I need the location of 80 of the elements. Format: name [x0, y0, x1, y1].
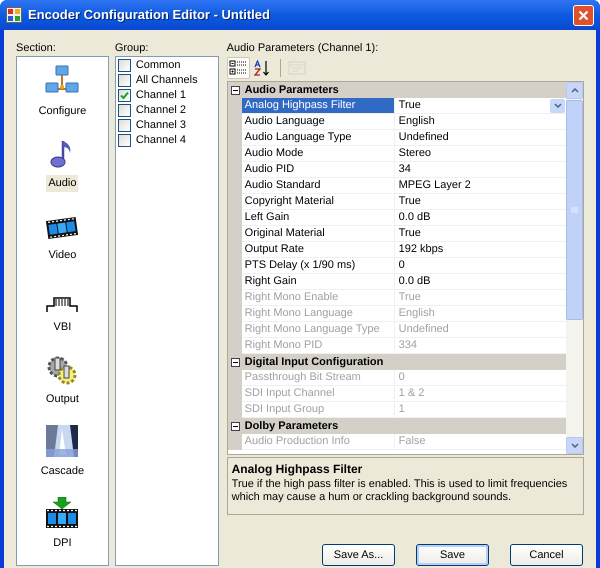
row-header: [228, 434, 242, 450]
property-value[interactable]: True: [394, 194, 566, 210]
section-item[interactable]: VBI: [17, 277, 108, 349]
categorized-icon: [229, 60, 248, 76]
caret-down-icon: [570, 443, 578, 448]
close-button[interactable]: [573, 4, 594, 26]
dialog-button[interactable]: Save As...: [322, 544, 395, 566]
row-header: [228, 98, 242, 114]
property-name[interactable]: Original Material: [242, 226, 395, 242]
grip-icon: [571, 206, 578, 214]
category-row[interactable]: Dolby Parameters: [228, 418, 566, 434]
scroll-down-button[interactable]: [566, 437, 583, 454]
section-item[interactable]: Configure: [17, 61, 108, 133]
checkbox[interactable]: [118, 119, 131, 132]
group-checkbox[interactable]: Channel 2: [118, 103, 218, 118]
checkbox[interactable]: [118, 74, 131, 87]
property-name[interactable]: Output Rate: [242, 242, 395, 258]
check-icon: [120, 91, 129, 100]
scroll-thumb[interactable]: [566, 100, 583, 320]
property-value[interactable]: Undefined: [394, 130, 566, 146]
scroll-up-button[interactable]: [566, 82, 583, 99]
property-value[interactable]: 0.0 dB: [394, 274, 566, 290]
section-item[interactable]: Cascade: [17, 421, 108, 493]
collapse-icon[interactable]: [230, 86, 240, 94]
section-item[interactable]: Video: [17, 205, 108, 277]
description-text: True if the high pass filter is enabled. This is used to limit frequencies which may cause a hum or crackling background sounds.: [232, 478, 568, 504]
caret-down-icon: [554, 103, 562, 108]
property-value[interactable]: MPEG Layer 2: [394, 178, 566, 194]
property-name[interactable]: Audio Language: [242, 114, 395, 130]
dialog-button[interactable]: Save: [416, 544, 489, 566]
section-item[interactable]: Audio: [17, 133, 108, 205]
toolbar-button[interactable]: [226, 57, 250, 79]
category-row[interactable]: Digital Input Configuration: [228, 354, 566, 370]
property-name[interactable]: Audio Standard: [242, 178, 395, 194]
app-icon: [6, 7, 22, 23]
section-label: Section:: [16, 41, 57, 56]
group-checkbox[interactable]: All Channels: [118, 73, 218, 88]
checkbox[interactable]: [118, 59, 131, 72]
properties-label: Audio Parameters (Channel 1):: [226, 41, 380, 56]
property-value[interactable]: English: [394, 114, 566, 130]
property-name[interactable]: PTS Delay (x 1/90 ms): [242, 258, 395, 274]
group-label: Group:: [114, 41, 150, 56]
collapse-icon[interactable]: [230, 358, 240, 366]
dialog-button[interactable]: Cancel: [510, 544, 583, 566]
caret-up-icon: [570, 88, 578, 93]
property-value[interactable]: Stereo: [394, 146, 566, 162]
property-value[interactable]: 34: [394, 162, 566, 178]
group-checkbox[interactable]: Channel 1: [118, 88, 218, 103]
property-value[interactable]: 0.0 dB: [394, 210, 566, 226]
category-row[interactable]: Audio Parameters: [228, 82, 566, 98]
checkbox[interactable]: [118, 89, 131, 102]
property-name[interactable]: Audio Mode: [242, 146, 395, 162]
scrollbar[interactable]: [566, 82, 583, 454]
window-title: Encoder Configuration Editor - Untitled: [28, 6, 271, 24]
group-checkbox[interactable]: Channel 4: [118, 133, 218, 148]
dropdown-button[interactable]: [550, 98, 565, 112]
property-value[interactable]: True: [394, 98, 566, 114]
checkbox[interactable]: [118, 104, 131, 117]
property-name[interactable]: Copyright Material: [242, 194, 395, 210]
film-download-icon: [46, 497, 78, 529]
gears-icon: [46, 355, 78, 385]
section-item[interactable]: DPI: [17, 493, 108, 565]
close-icon: [578, 10, 589, 20]
waterfall-icon: [46, 425, 78, 457]
section-item[interactable]: Output: [17, 349, 108, 421]
property-name[interactable]: Left Gain: [242, 210, 395, 226]
property-value[interactable]: 192 kbps: [394, 242, 566, 258]
property-name[interactable]: Audio PID: [242, 162, 395, 178]
group-checkbox[interactable]: Common: [118, 58, 218, 73]
row-header: [228, 370, 242, 386]
property-value[interactable]: 0: [394, 258, 566, 274]
group-checkbox[interactable]: Channel 3: [118, 118, 218, 133]
pulse-icon: [46, 295, 78, 313]
checkbox[interactable]: [118, 134, 131, 147]
description-title: Analog Highpass Filter: [232, 461, 364, 478]
property-name[interactable]: Analog Highpass Filter: [242, 98, 395, 114]
property-name[interactable]: Audio Language Type: [242, 130, 395, 146]
property-name[interactable]: Right Gain: [242, 274, 395, 290]
property-value[interactable]: True: [394, 226, 566, 242]
collapse-icon[interactable]: [230, 422, 240, 430]
